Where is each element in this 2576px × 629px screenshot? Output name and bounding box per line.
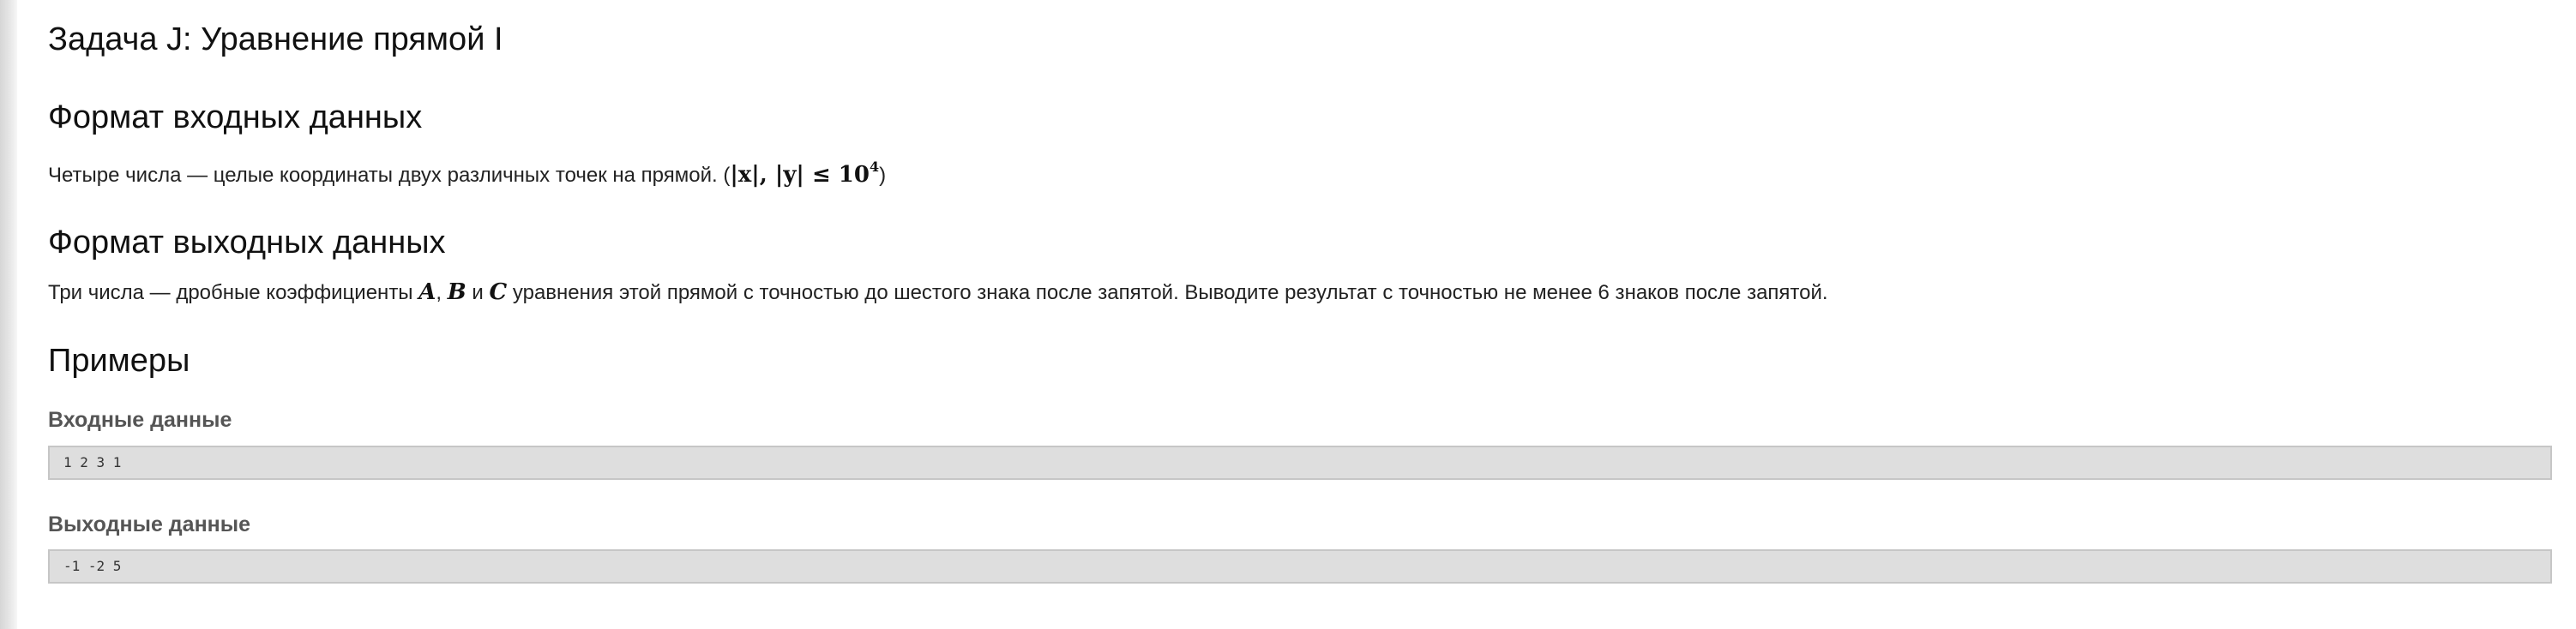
math-power-exponent: 4 [869,159,880,175]
math-leq-sign: ≤ [803,162,839,188]
math-separator: , [759,162,775,188]
left-sidebar-shadow [0,0,17,629]
output-format-text-after: уравнения этой прямой с точностью до шес… [507,281,1828,304]
example-input-label: Входные данные [48,408,232,432]
math-abs-x-term: |x| [730,162,760,188]
output-format-comma: , [436,281,448,304]
output-format-conjunction: и [466,281,490,304]
example-output-box[interactable]: -1 -2 5 [48,549,2552,584]
math-power-base: 10 [838,162,870,188]
coefficient-a: A [418,279,436,305]
math-abs-y-term: |y| [774,162,804,188]
coefficient-b: B [447,279,466,305]
input-format-text: Четыре числа — целые координаты двух раз… [48,153,886,190]
page-title: Задача J: Уравнение прямой I [48,21,503,57]
example-output-label: Выходные данные [48,512,251,536]
example-input-box[interactable]: 1 2 3 1 [48,446,2552,480]
output-format-text: Три числа — дробные коэффициенты A, B и … [48,278,1828,308]
examples-heading: Примеры [48,343,190,379]
output-format-heading: Формат выходных данных [48,225,446,261]
output-format-text-before: Три числа — дробные коэффициенты [48,281,419,304]
input-format-text-before: Четыре числа — целые координаты двух раз… [48,164,731,187]
problem-content: Задача J: Уравнение прямой I Формат вход… [48,0,2561,629]
input-format-text-after: ) [879,164,887,187]
coefficient-c: C [489,279,508,305]
input-format-heading: Формат входных данных [48,99,423,135]
